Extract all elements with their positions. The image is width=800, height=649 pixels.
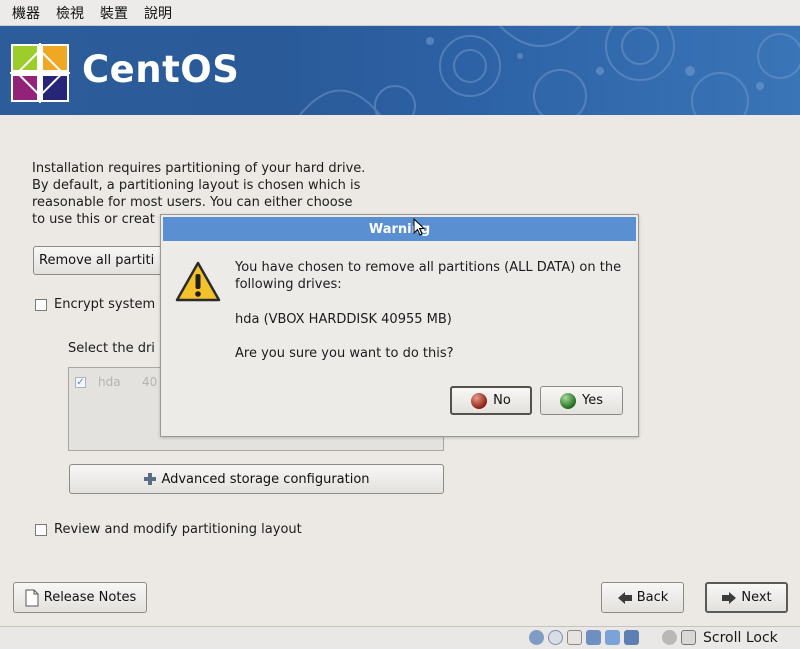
logo-text: CentOS [82, 48, 240, 91]
host-menubar: 機器 檢視 裝置 說明 [0, 0, 800, 26]
review-checkbox[interactable] [35, 524, 47, 536]
usb-icon[interactable] [567, 630, 582, 645]
encrypt-label: Encrypt system [54, 297, 156, 312]
warning-message: You have chosen to remove all partitions… [235, 260, 622, 292]
network-icon[interactable] [586, 630, 601, 645]
no-button[interactable]: No [450, 386, 532, 415]
arrow-right-icon [722, 591, 737, 604]
menu-help[interactable]: 說明 [136, 3, 180, 23]
warning-icon [175, 261, 221, 302]
release-notes-button[interactable]: Release Notes [13, 582, 147, 613]
warning-drive: hda (VBOX HARDDISK 40955 MB) [235, 312, 452, 327]
drive-name: hda [98, 375, 121, 389]
no-label: No [493, 393, 511, 408]
status-icon-group [529, 630, 696, 645]
optical-drive-icon[interactable] [548, 630, 563, 645]
next-label: Next [741, 590, 772, 605]
advanced-storage-label: Advanced storage configuration [161, 471, 370, 487]
mouse-integration-icon[interactable] [662, 630, 677, 645]
release-notes-label: Release Notes [43, 590, 137, 605]
advanced-storage-button[interactable]: Advanced storage configuration [69, 464, 444, 494]
dialog-title: Warning [163, 217, 636, 241]
harddisk-icon[interactable] [529, 630, 544, 645]
next-button[interactable]: Next [705, 582, 788, 613]
partition-layout-combo[interactable]: Remove all partiti [33, 246, 168, 275]
arrow-left-icon [617, 591, 632, 604]
document-icon [25, 589, 39, 606]
drive-checkbox[interactable]: ✓ [75, 377, 86, 388]
plus-icon [144, 473, 157, 485]
red-orb-icon [471, 392, 488, 409]
warning-dialog: Warning You have chosen to remove all pa… [160, 214, 639, 437]
back-button[interactable]: Back [601, 582, 684, 613]
host-statusbar: Scroll Lock [0, 626, 800, 649]
drive-size: 40 [142, 375, 158, 389]
menu-view[interactable]: 檢視 [48, 3, 92, 23]
yes-button[interactable]: Yes [540, 386, 623, 415]
review-label: Review and modify partitioning layout [54, 522, 302, 537]
shared-folder-icon[interactable] [605, 630, 620, 645]
intro-line: Installation requires partitioning of yo… [32, 161, 366, 176]
select-drives-label: Select the dri [68, 341, 155, 356]
centos-logo-icon [10, 43, 70, 103]
encrypt-checkbox[interactable] [35, 299, 47, 311]
scroll-lock-indicator: Scroll Lock [703, 630, 778, 646]
back-label: Back [636, 590, 669, 605]
green-orb-icon [560, 392, 576, 409]
menu-machine[interactable]: 機器 [4, 3, 48, 23]
centos-banner: CentOS [0, 26, 800, 115]
display-icon[interactable] [624, 630, 639, 645]
menu-devices[interactable]: 裝置 [92, 3, 136, 23]
yes-label: Yes [582, 393, 603, 408]
intro-line: reasonable for most users. You can eithe… [32, 195, 353, 210]
host-key-icon[interactable] [681, 630, 696, 645]
intro-line: By default, a partitioning layout is cho… [32, 178, 361, 193]
warning-confirm: Are you sure you want to do this? [235, 346, 454, 361]
mouse-cursor-icon [413, 218, 425, 236]
